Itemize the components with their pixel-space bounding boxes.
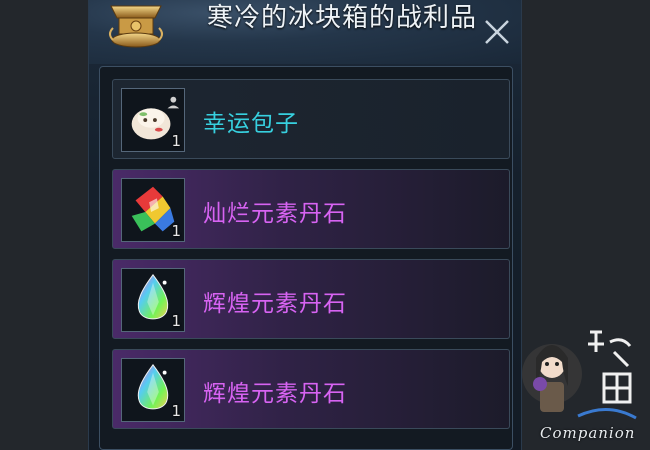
item-count: 1 <box>171 222 181 240</box>
item-count: 1 <box>171 312 181 330</box>
item-slot[interactable]: 1 <box>121 268 185 332</box>
item-name: 幸运包子 <box>203 111 299 137</box>
loot-item-row[interactable]: 1 灿烂元素丹石 <box>112 169 510 249</box>
loot-item-row[interactable]: 1 辉煌元素丹石 <box>112 259 510 339</box>
watermark-text: Companion <box>540 424 636 442</box>
item-count: 1 <box>171 402 181 420</box>
close-icon[interactable] <box>481 16 513 48</box>
loot-window-title: 寒冷的冰块箱的战利品 <box>207 3 478 33</box>
loot-window-header: 寒冷的冰块箱的战利品 <box>89 0 521 64</box>
chest-emblem-icon <box>109 5 163 48</box>
loot-list: 1 幸运包子 1 灿烂元素丹石 1 辉煌元素丹石 1 辉煌元素丹石 <box>99 66 513 450</box>
item-count: 1 <box>171 132 181 150</box>
loot-item-row[interactable]: 1 辉煌元素丹石 <box>112 349 510 429</box>
item-name: 灿烂元素丹石 <box>203 201 347 227</box>
item-name: 辉煌元素丹石 <box>203 381 347 407</box>
item-slot[interactable]: 1 <box>121 88 185 152</box>
item-name: 辉煌元素丹石 <box>203 291 347 317</box>
loot-item-row[interactable]: 1 幸运包子 <box>112 79 510 159</box>
game-screen: 寒冷的冰块箱的战利品 1 幸运包子 1 灿烂元素丹石 1 辉煌元素丹石 1 辉煌… <box>0 0 650 450</box>
item-slot[interactable]: 1 <box>121 358 185 422</box>
item-slot[interactable]: 1 <box>121 178 185 242</box>
loot-window: 寒冷的冰块箱的战利品 1 幸运包子 1 灿烂元素丹石 1 辉煌元素丹石 1 辉煌… <box>88 0 522 450</box>
